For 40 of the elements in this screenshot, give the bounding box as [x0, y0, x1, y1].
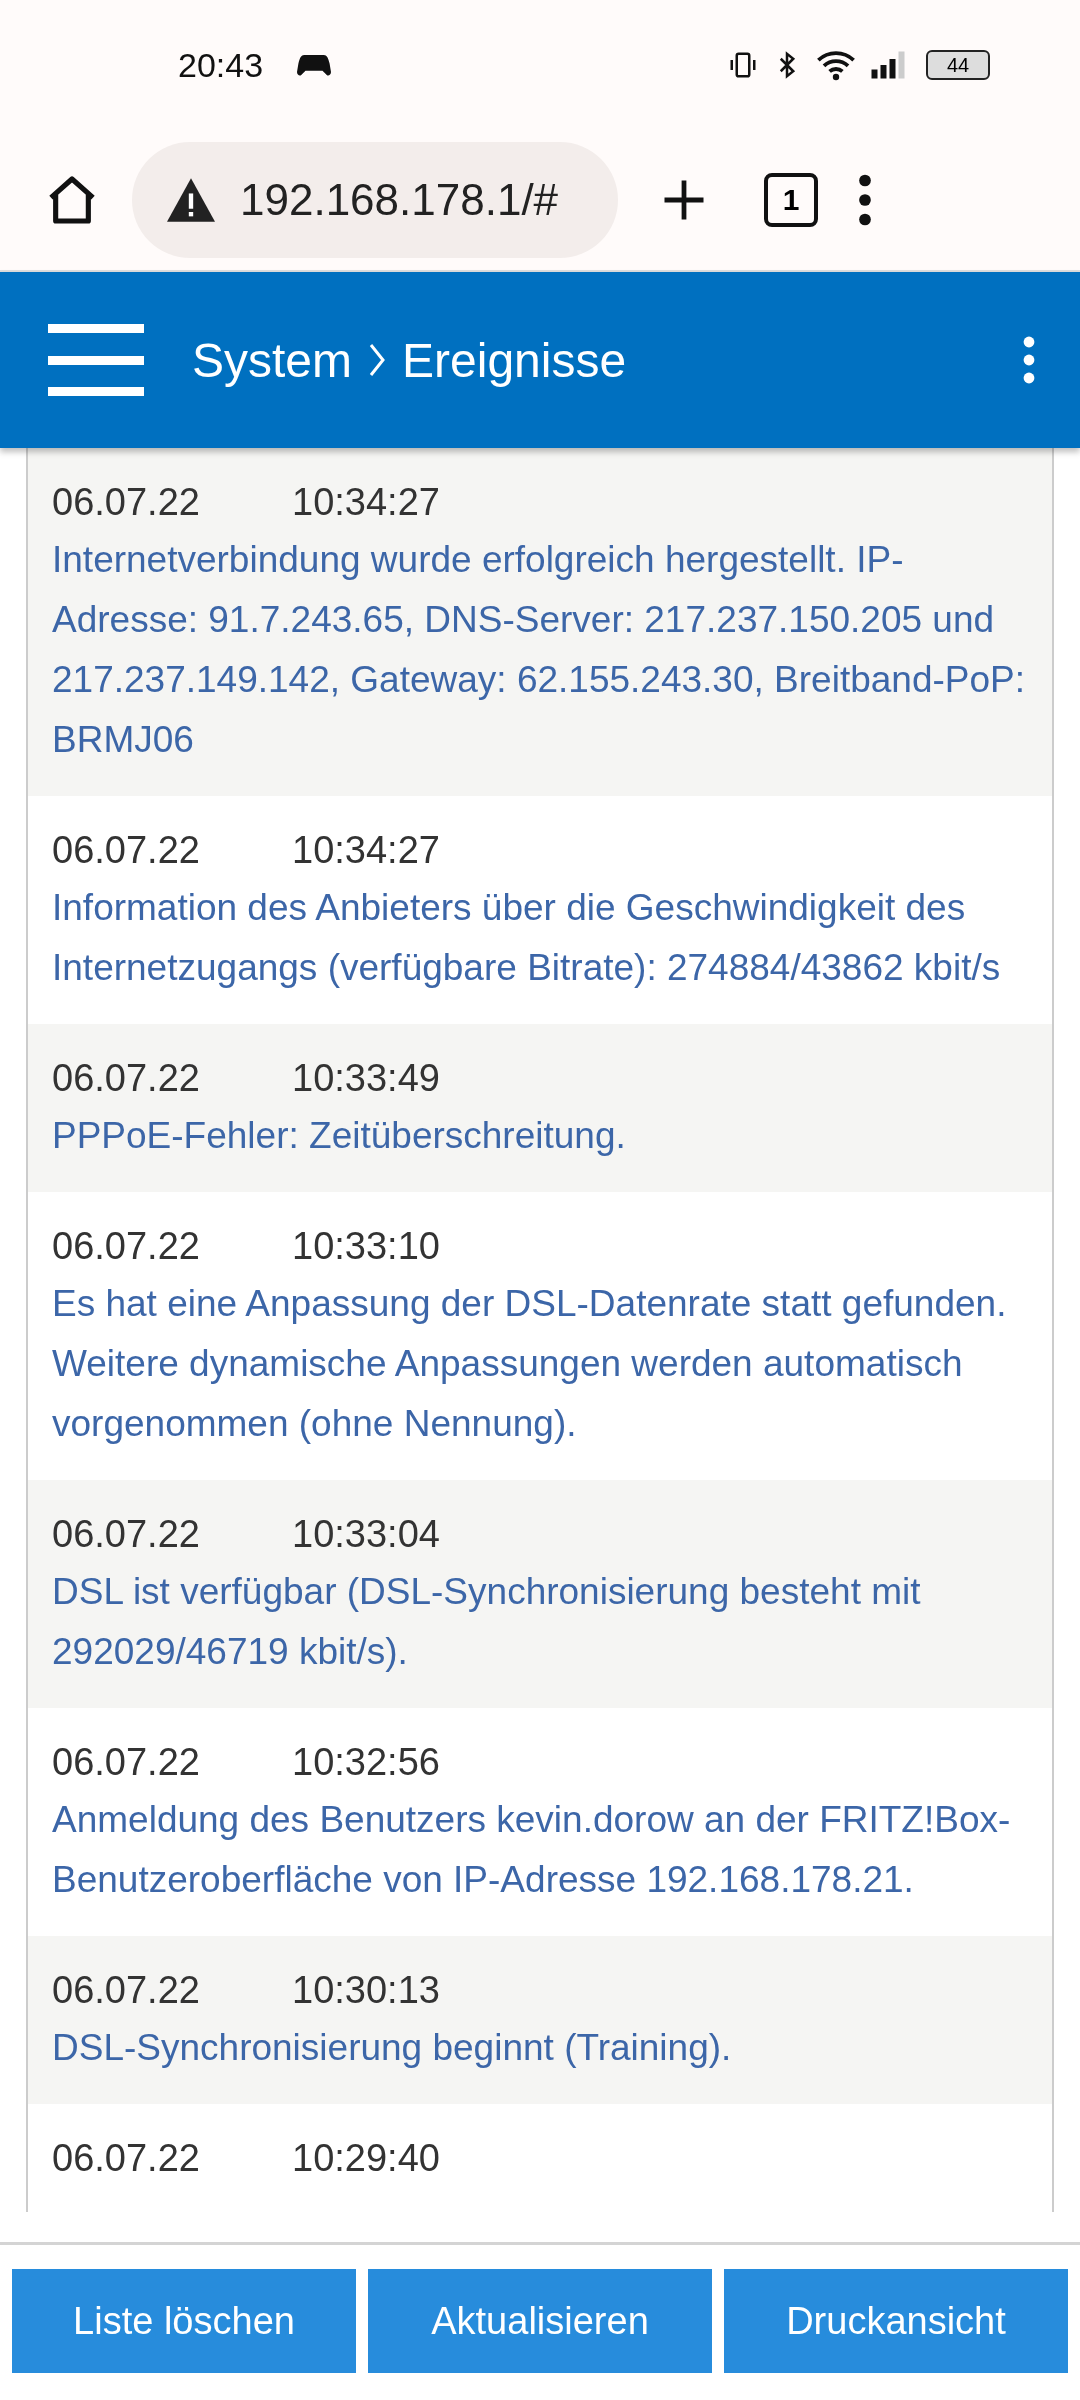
event-message: DSL ist verfügbar (DSL-Synchronisierung besteht mit 292029/46719 kbit/s). — [52, 1570, 922, 1674]
event-message: Anmeldung des Benutzers kevin.dorow an der FRITZ!Box-Benutzeroberfläche von IP-Adresse 192.168.178.21. — [52, 1798, 1012, 1902]
event-message: Es hat eine Anpassung der DSL-Datenrate statt gefunden. Weitere dynamische Anpassungen werden automatisch vorgenommen (ohne Nennung). — [52, 1282, 1008, 1446]
vibrate-icon — [728, 50, 758, 80]
event-time: 10:30:13 — [292, 1968, 440, 2013]
event-date: 06.07.22 — [52, 1056, 201, 1101]
action-button[interactable]: Druckansicht — [724, 2269, 1068, 2373]
url-field[interactable]: 192.168.178.1/# — [132, 142, 618, 258]
status-time: 20:43 — [178, 45, 264, 85]
action-button[interactable]: Aktualisieren — [368, 2269, 712, 2373]
event-message: DSL-Synchronisierung beginnt (Training). — [52, 2026, 733, 2070]
event-date: 06.07.22 — [52, 828, 201, 873]
event-message: Internetverbindung wurde erfolgreich hergestellt. IP-Adresse: 91.7.243.65, DNS-Server: 217.237.150.205 und 217.237.149.142, Gateway: 62.155.243.30, Breitband-PoP: BRMJ06 — [52, 538, 1026, 762]
event-time: 10:34:27 — [292, 480, 440, 525]
event-time: 10:33:04 — [292, 1512, 440, 1557]
signal-icon — [870, 50, 906, 80]
battery-icon: 44 — [926, 50, 990, 80]
menu-icon[interactable] — [48, 324, 144, 396]
event-time: 10:33:49 — [292, 1056, 440, 1101]
gamepad-icon — [297, 52, 332, 78]
warning-icon — [164, 176, 218, 224]
event-time: 10:32:56 — [292, 1740, 440, 1785]
event-time: 10:33:10 — [292, 1224, 440, 1269]
event-message: PPPoE-Fehler: Zeitüberschreitung. — [52, 1114, 627, 1158]
chevron-icon — [368, 342, 387, 378]
more-icon[interactable] — [858, 174, 872, 226]
event-date: 06.07.22 — [52, 2136, 201, 2181]
tab-count[interactable]: 1 — [764, 173, 818, 227]
event-message: Information des Anbieters über die Geschwindigkeit des Internetzugangs (verfügbare Bitrate): 274884/43862 kbit/s — [52, 886, 1002, 990]
event-time: 10:34:27 — [292, 828, 440, 873]
event-date: 06.07.22 — [52, 1224, 201, 1269]
event-date: 06.07.22 — [52, 1740, 201, 1785]
event-time: 10:29:40 — [292, 2136, 440, 2181]
event-date: 06.07.22 — [52, 1968, 201, 2013]
wifi-icon — [816, 49, 856, 81]
breadcrumb-item[interactable]: System — [192, 332, 353, 388]
event-date: 06.07.22 — [52, 1512, 201, 1557]
event-date: 06.07.22 — [52, 480, 201, 525]
action-button[interactable]: Liste löschen — [12, 2269, 356, 2373]
breadcrumb-item[interactable]: Ereignisse — [402, 332, 627, 388]
